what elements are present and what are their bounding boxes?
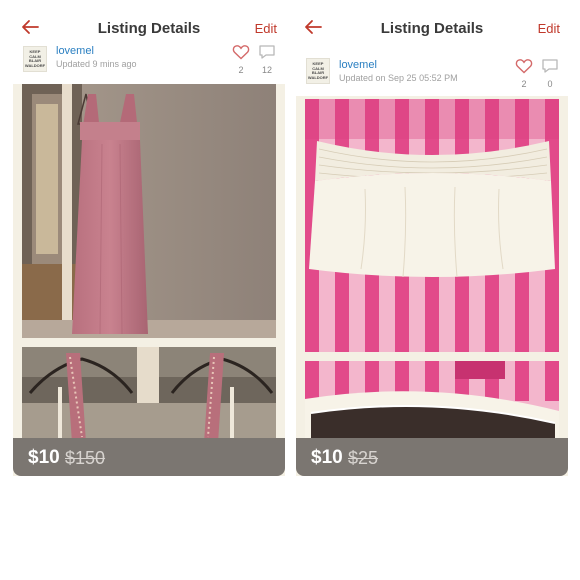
- price: $10: [28, 447, 60, 468]
- price: $10: [311, 447, 343, 468]
- username-link[interactable]: lovemel: [339, 59, 377, 71]
- original-price: $150: [65, 448, 106, 468]
- like-button[interactable]: 2: [231, 44, 251, 75]
- like-count: 2: [521, 79, 527, 89]
- seller-bar: KEEP CALM BLAIR WALDORF lovemel Updated …: [296, 44, 568, 89]
- top-bar: Listing Details Edit: [296, 12, 568, 44]
- original-price: $25: [348, 448, 379, 468]
- edit-button[interactable]: Edit: [538, 21, 560, 36]
- seller-bar: KEEP CALM BLAIR WALDORF lovemel Updated …: [13, 44, 285, 84]
- price-bar: $10 $25: [296, 438, 568, 476]
- page-title: Listing Details: [380, 20, 484, 37]
- comment-count: 12: [261, 65, 272, 75]
- clutch-detail-photo: [305, 361, 559, 443]
- updated-time: Updated on Sep 25 05:52 PM: [339, 73, 458, 83]
- page-title: Listing Details: [97, 20, 201, 37]
- dress-photo: [22, 84, 276, 338]
- dress-detail-photo: [22, 347, 276, 443]
- speech-bubble-icon: [259, 45, 275, 59]
- edit-button[interactable]: Edit: [255, 21, 277, 36]
- avatar[interactable]: KEEP CALM BLAIR WALDORF: [23, 46, 47, 72]
- speech-bubble-icon: [542, 59, 558, 73]
- listing-photo-detail[interactable]: [305, 361, 559, 443]
- username-link[interactable]: lovemel: [56, 45, 94, 57]
- listing-panel-clutch: Listing Details Edit KEEP CALM BLAIR WAL…: [296, 12, 568, 476]
- updated-time: Updated 9 mins ago: [56, 59, 137, 69]
- like-button[interactable]: 2: [514, 58, 534, 89]
- listing-photo-main[interactable]: [22, 84, 276, 338]
- heart-icon: [515, 59, 533, 74]
- comment-button[interactable]: 12: [257, 44, 277, 75]
- comment-button[interactable]: 0: [540, 58, 560, 89]
- avatar[interactable]: KEEP CALM BLAIR WALDORF: [306, 58, 330, 84]
- like-count: 2: [238, 65, 244, 75]
- price-bar: $10 $150: [13, 438, 285, 476]
- listing-panel-dress: Listing Details Edit KEEP CALM BLAIR WAL…: [13, 12, 285, 476]
- listing-photo-detail[interactable]: [22, 347, 276, 443]
- top-bar: Listing Details Edit: [13, 12, 285, 44]
- listing-photo-main[interactable]: [305, 99, 559, 352]
- heart-icon: [232, 45, 250, 60]
- comment-count: 0: [547, 79, 553, 89]
- clutch-photo: [305, 99, 559, 352]
